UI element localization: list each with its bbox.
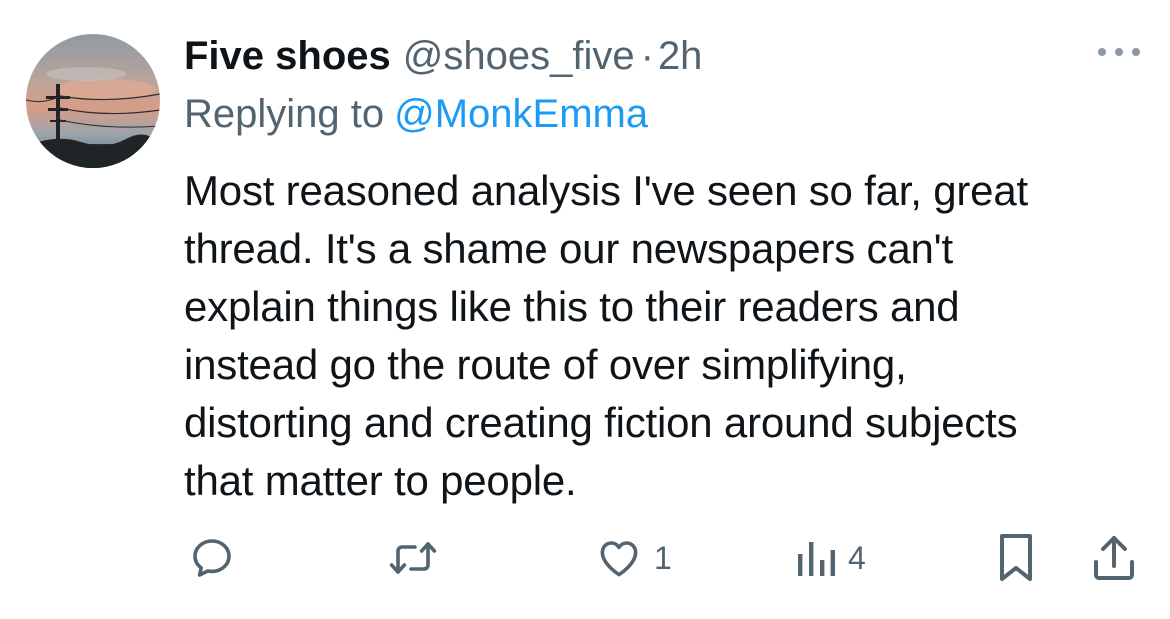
- share-icon: [1094, 536, 1134, 580]
- views-chart-icon: [798, 542, 835, 576]
- timestamp[interactable]: 2h: [658, 34, 703, 79]
- avatar-image: [26, 34, 160, 168]
- bookmark-icon: [1000, 534, 1032, 581]
- replying-to-link[interactable]: @MonkEmma: [394, 92, 648, 137]
- replying-to-label: Replying to: [184, 91, 385, 136]
- display-name[interactable]: Five shoes: [184, 34, 391, 79]
- retweet-icon: [389, 542, 437, 574]
- tweet-text-line: distorting and creating fiction around s…: [184, 399, 1018, 446]
- bookmark-button[interactable]: [996, 530, 1036, 586]
- replying-to: Replying to @MonkEmma: [184, 88, 648, 140]
- tweet-text-line: thread. It's a shame our newspapers can'…: [184, 225, 953, 272]
- separator-dot: ·: [640, 33, 654, 78]
- reply-icon: [193, 539, 231, 577]
- user-handle[interactable]: @shoes_five: [403, 34, 635, 79]
- tweet-header: Five shoes @shoes_five · 2h: [184, 30, 702, 82]
- more-options-icon[interactable]: [1098, 42, 1140, 62]
- action-bar: 1 4: [0, 530, 1170, 586]
- heart-icon: [600, 541, 638, 577]
- tweet-text-line: Most reasoned analysis I've seen so far,…: [184, 167, 1028, 214]
- like-button[interactable]: 1: [594, 530, 672, 586]
- tweet-text-line: explain things like this to their reader…: [184, 283, 960, 330]
- tweet-text-line: that matter to people.: [184, 457, 577, 504]
- tweet-text: Most reasoned analysis I've seen so far,…: [184, 162, 1144, 510]
- reply-button[interactable]: [188, 530, 236, 586]
- avatar[interactable]: [26, 34, 160, 168]
- views-count: 4: [848, 539, 866, 576]
- tweet-text-line: instead go the route of over simplifying…: [184, 341, 907, 388]
- views-button[interactable]: 4: [794, 530, 866, 586]
- like-count: 1: [654, 539, 672, 576]
- share-button[interactable]: [1090, 530, 1138, 586]
- retweet-button[interactable]: [388, 530, 438, 586]
